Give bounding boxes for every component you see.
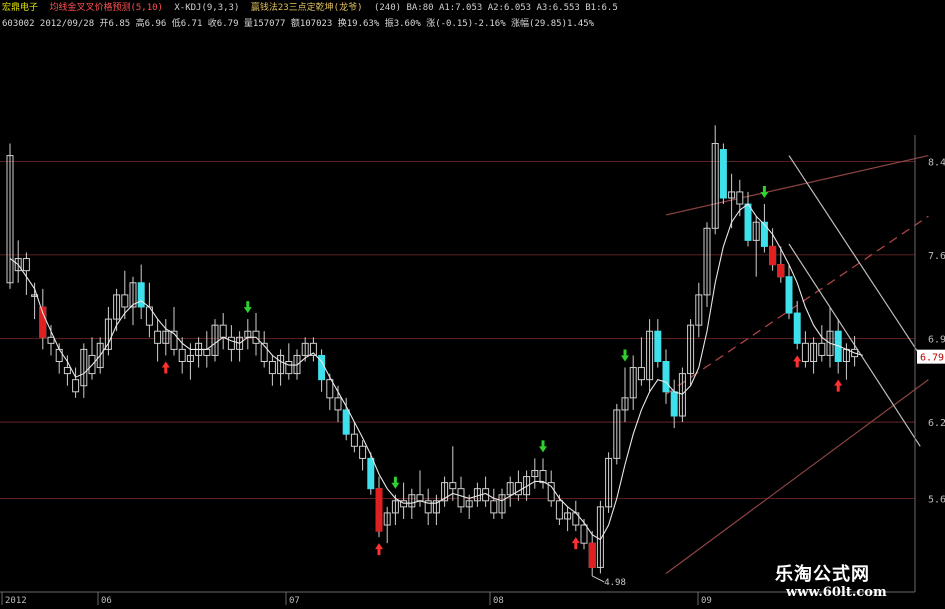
candle-body — [793, 312, 801, 344]
candle-body — [121, 294, 129, 308]
sell-arrow — [621, 349, 629, 362]
candle-body — [580, 524, 588, 544]
watermark-name: 乐淘公式网 — [775, 564, 870, 585]
candle-body-red — [375, 488, 383, 532]
buy-arrow — [834, 379, 843, 392]
candle-body — [736, 191, 744, 205]
sell-arrow — [243, 301, 252, 314]
candle-body — [555, 500, 563, 520]
date-tick-label: 06 — [101, 596, 112, 606]
sell-arrow — [391, 476, 400, 489]
candle-body — [654, 330, 662, 362]
channel-line — [665, 155, 929, 216]
date-tick-label: 2012 — [5, 596, 27, 606]
candlestick-chart: 8.40 7.63 6.94 6.25 5.62 2012 06 07 08 09 6.79 4.… — [0, 125, 945, 606]
candle-body — [285, 361, 293, 375]
candle-body — [359, 445, 367, 459]
sell-arrow — [539, 440, 547, 453]
stock-name: 宏鼎电子 — [2, 3, 39, 13]
date-tick-label: 08 — [493, 596, 504, 606]
indicator-legend-line: 宏鼎电子 均线金叉叉价格预测(5,10) X-KDJ(9,3,3) 赢钱法23三… — [2, 3, 618, 14]
candle-body — [670, 391, 678, 417]
candle-body — [334, 397, 342, 411]
candle-body — [449, 482, 457, 490]
indicator-2-name: X-KDJ(9,3,3) — [174, 3, 240, 13]
buy-arrow — [375, 543, 383, 556]
price-tick-label: 8.40 — [928, 158, 945, 169]
indicator-header: 宏鼎电子 均线金叉叉价格预测(5,10) X-KDJ(9,3,3) 赢钱法23三… — [0, 0, 618, 80]
date-axis: 2012 06 07 08 09 — [0, 591, 915, 606]
candle-body — [818, 342, 826, 356]
watermark-url: www.60lt.com — [786, 585, 887, 600]
candle-body — [744, 203, 752, 241]
candle-body — [367, 457, 375, 490]
candle-body — [203, 348, 211, 356]
candle-body — [801, 342, 809, 362]
candle-body — [457, 488, 465, 508]
candle-body — [47, 336, 55, 344]
low-marker-label: 4.98 — [604, 578, 626, 588]
candle-body — [154, 330, 162, 344]
channel-line — [665, 379, 929, 574]
candle-body — [268, 361, 276, 375]
candle-body — [326, 379, 334, 399]
indicator-params: (240) BA:80 A1:7.053 A2:6.053 A3:6.553 B… — [373, 3, 618, 13]
candle-body — [55, 348, 63, 362]
buy-arrow — [571, 537, 580, 550]
candle-body — [416, 494, 424, 502]
candle-body — [227, 336, 235, 350]
candle-body — [342, 409, 350, 435]
candle-body-red — [588, 542, 596, 568]
candle-body — [22, 258, 30, 272]
price-gridlines — [0, 161, 915, 499]
buy-arrow — [161, 361, 170, 374]
price-markers: 6.79 4.98 — [591, 349, 945, 588]
candle-body — [178, 348, 186, 362]
sell-arrow — [760, 186, 769, 199]
candle-body — [72, 379, 80, 393]
candle-body — [137, 282, 145, 308]
candle-body — [719, 149, 727, 199]
channel-line — [788, 155, 921, 356]
moving-average-line — [9, 203, 863, 541]
candle-body — [785, 276, 793, 314]
candle-body-red — [769, 245, 777, 266]
price-tick-label: 5.62 — [928, 494, 945, 505]
price-tick-label: 6.25 — [928, 418, 945, 429]
date-tick-label: 09 — [701, 596, 712, 606]
low-marker-line — [591, 575, 605, 583]
current-price-label: 6.79 — [920, 353, 944, 364]
price-tick-label: 7.63 — [928, 251, 945, 262]
indicator-3-name: 赢钱法23三点定乾坤(龙爷) — [250, 3, 363, 13]
candle-body — [219, 324, 227, 338]
buy-arrow — [793, 355, 802, 368]
date-tick-label: 07 — [289, 596, 300, 606]
quote-info-line: 603002 2012/09/28 开6.85 高6.96 低6.71 收6.7… — [2, 19, 595, 29]
candle-body — [490, 500, 498, 514]
candle-body — [760, 221, 768, 247]
ma-line — [9, 203, 863, 541]
candle-body — [539, 470, 547, 484]
indicator-1-name: 均线金叉叉价格预测(5,10) — [49, 3, 163, 13]
candle-body — [637, 367, 645, 381]
candle-body — [350, 433, 358, 447]
candle-body — [662, 361, 670, 393]
candle-body — [63, 367, 71, 375]
price-tick-label: 6.94 — [928, 334, 945, 345]
candle-body-red — [777, 264, 785, 278]
